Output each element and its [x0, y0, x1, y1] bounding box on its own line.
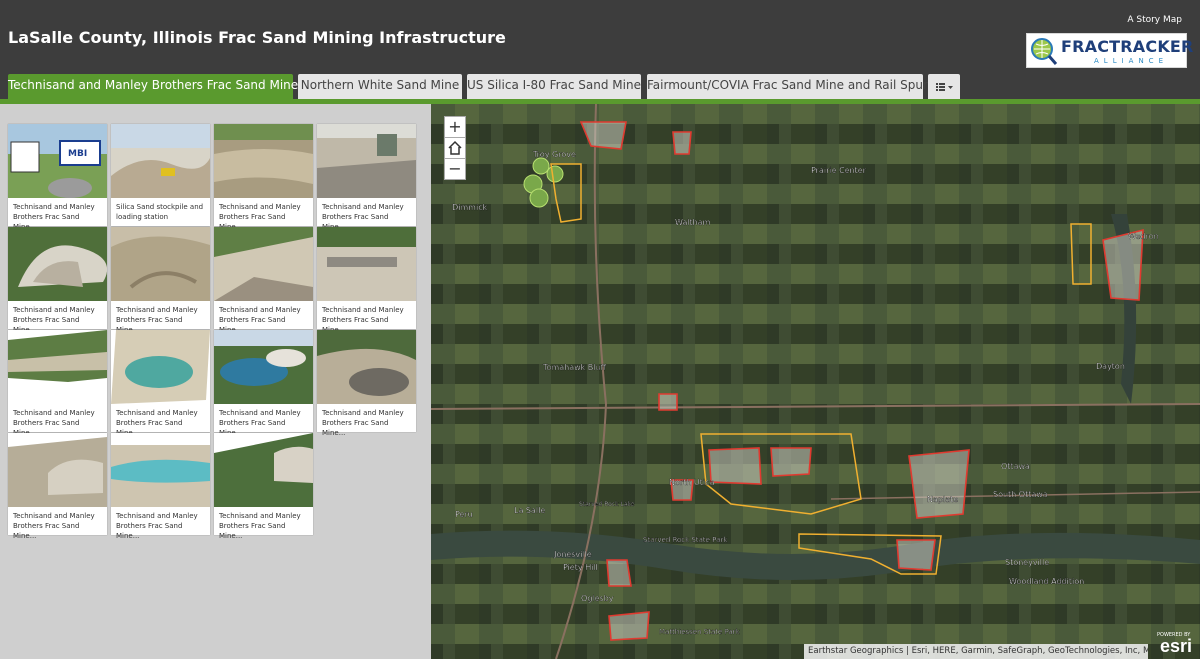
map-label-woodland-addition: Woodland Addition	[1009, 577, 1084, 586]
map-label-north-utica: North Utica	[669, 478, 715, 487]
globe-magnifier-icon	[1031, 38, 1058, 65]
thumbnail-6[interactable]: Technisand and Manley Brothers Frac Sand…	[111, 227, 210, 334]
logo-text: FRACTRACKER	[1061, 37, 1194, 56]
fractracker-logo[interactable]: FRACTRACKER ALLIANCE	[1026, 33, 1193, 68]
map-attribution: Earthstar Geographics | Esri, HERE, Garm…	[804, 644, 1148, 659]
zoom-in-button[interactable]: +	[444, 116, 466, 138]
map-label-south-ottawa: South Ottawa	[993, 490, 1048, 499]
map-label-tomahawk-bluff: Tomahawk Bluff	[542, 363, 607, 372]
map-label-naplate: Naplate	[927, 495, 958, 504]
story-map-link[interactable]: A Story Map	[1127, 15, 1182, 25]
thumbnail-caption: Technisand and Manley Brothers Frac Sand…	[219, 512, 301, 540]
map-label-oglesby: Oglesby	[581, 594, 614, 603]
map-label-ottawa: Ottawa	[1001, 462, 1030, 471]
map-label-wedron: Wedron	[1128, 232, 1159, 241]
tab-northern-white[interactable]: Northern White Sand Mine	[298, 74, 462, 99]
satellite-map[interactable]: Troy Grove Dimmick Waltham Prairie Cente…	[431, 104, 1200, 659]
map-label-starved-rock-lake: Starved Rock Lake	[579, 501, 635, 508]
map-view[interactable]: Troy Grove Dimmick Waltham Prairie Cente…	[431, 104, 1200, 659]
map-label-stoneyville: Stoneyville	[1005, 558, 1049, 567]
list-icon	[936, 83, 953, 91]
thumbnail-caption: Silica Sand stockpile and loading statio…	[116, 203, 204, 221]
logo-subtext: ALLIANCE	[1094, 57, 1168, 65]
map-label-piety-hill: Piety Hill	[563, 563, 598, 572]
thumbnail-1[interactable]: MBI Technisand and Manley Brothers Frac …	[8, 124, 107, 231]
thumbnail-gallery: MBI Technisand and Manley Brothers Frac …	[0, 104, 431, 659]
page-title: LaSalle County, Illinois Frac Sand Minin…	[8, 28, 506, 47]
map-label-matthiessen-state-park: Matthiessen State Park	[659, 628, 741, 636]
tab-fairmount-covia[interactable]: Fairmount/COVIA Frac Sand Mine and Rail …	[647, 74, 928, 99]
map-label-troy-grove: Troy Grove	[532, 150, 576, 159]
thumbnail-14[interactable]: Technisand and Manley Brothers Frac Sand…	[111, 433, 210, 540]
thumbnail-9[interactable]: Technisand and Manley Brothers Frac Sand…	[8, 330, 107, 437]
map-label-prairie-center: Prairie Center	[811, 166, 867, 175]
thumbnail-3[interactable]: Technisand and Manley Brothers Frac Sand…	[214, 124, 313, 231]
thumbnail-caption: Technisand and Manley Brothers Frac Sand…	[13, 512, 95, 540]
thumbnail-2[interactable]: Silica Sand stockpile and loading statio…	[111, 124, 210, 226]
thumbnail-12[interactable]: Technisand and Manley Brothers Frac Sand…	[317, 330, 416, 437]
thumbnail-caption: Technisand and Manley Brothers Frac Sand…	[322, 409, 404, 437]
app-header: LaSalle County, Illinois Frac Sand Minin…	[0, 0, 1200, 72]
map-label-starved-rock-state-park: Starved Rock State Park	[643, 536, 728, 544]
thumbnail-15[interactable]: Technisand and Manley Brothers Frac Sand…	[214, 433, 313, 540]
thumbnail-13[interactable]: Technisand and Manley Brothers Frac Sand…	[8, 433, 107, 540]
thumbnail-5[interactable]: Technisand and Manley Brothers Frac Sand…	[8, 227, 107, 334]
tab-technisand-manley[interactable]: Technisand and Manley Brothers Frac Sand…	[8, 74, 298, 99]
esri-logo[interactable]: POWERED BY esri	[1154, 631, 1196, 658]
thumbnail-7[interactable]: Technisand and Manley Brothers Frac Sand…	[214, 227, 313, 334]
map-label-peru: Peru	[455, 510, 473, 519]
thumbnail-4[interactable]: Technisand and Manley Brothers Frac Sand…	[317, 124, 416, 231]
map-label-dayton: Dayton	[1096, 362, 1125, 371]
zoom-out-button[interactable]: −	[444, 158, 466, 180]
thumbnail-caption: Technisand and Manley Brothers Frac Sand…	[116, 512, 198, 540]
thumbnail-8[interactable]: Technisand and Manley Brothers Frac Sand…	[317, 227, 416, 334]
story-tabs: Technisand and Manley Brothers Frac Sand…	[0, 72, 1200, 99]
map-label-la-salle: La Salle	[514, 506, 545, 515]
home-icon	[448, 140, 462, 155]
thumbnail-11[interactable]: Technisand and Manley Brothers Frac Sand…	[214, 330, 313, 437]
map-label-waltham: Waltham	[675, 218, 711, 227]
home-button[interactable]	[444, 137, 466, 159]
thumbnail-10[interactable]: Technisand and Manley Brothers Frac Sand…	[111, 330, 210, 437]
esri-text: esri	[1160, 636, 1193, 656]
tab-menu-button[interactable]	[928, 74, 960, 99]
svg-text:MBI: MBI	[68, 149, 87, 159]
map-label-jonesville: Jonesville	[553, 550, 592, 559]
map-label-dimmick: Dimmick	[452, 203, 488, 212]
tab-us-silica[interactable]: US Silica I-80 Frac Sand Mine	[467, 74, 641, 99]
